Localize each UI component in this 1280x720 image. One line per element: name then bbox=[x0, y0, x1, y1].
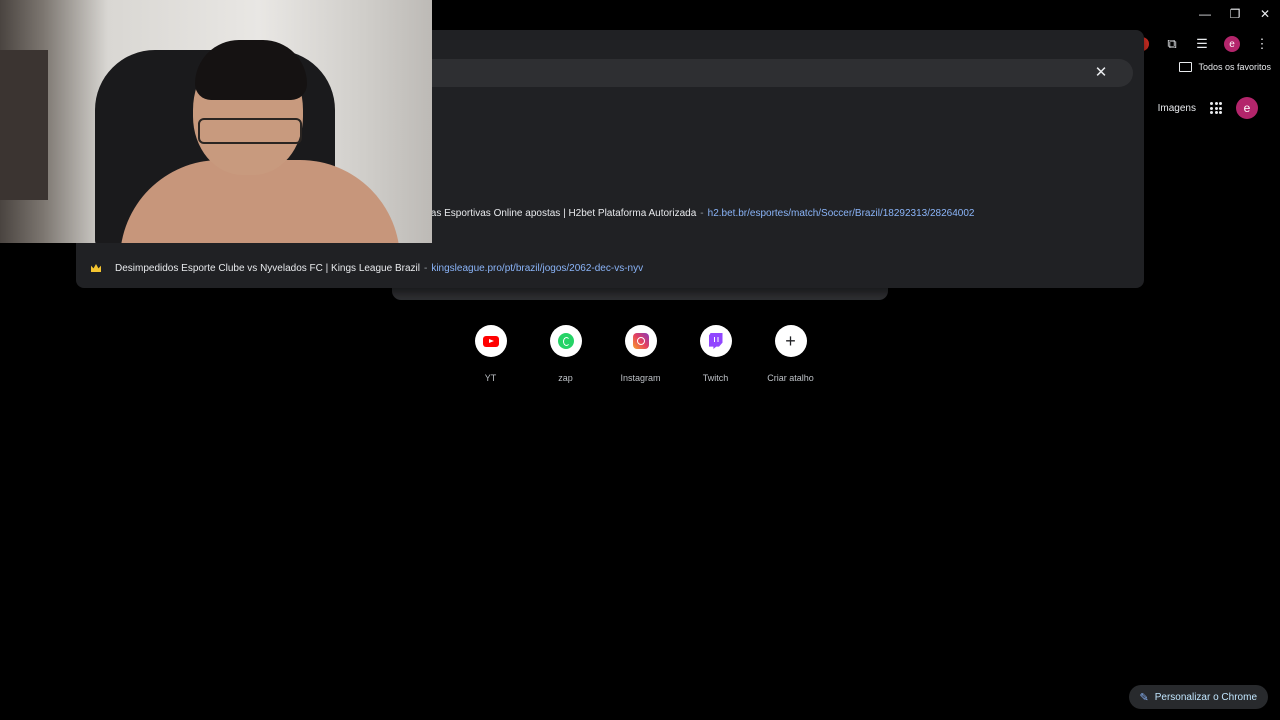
suggestion-url: kingsleague.pro/pt/brazil/jogos/2062-dec… bbox=[431, 262, 644, 274]
reading-list-icon[interactable]: ☰ bbox=[1192, 34, 1212, 54]
all-bookmarks-label: Todos os favoritos bbox=[1198, 62, 1271, 72]
shortcut-add[interactable]: + Criar atalho bbox=[753, 325, 828, 383]
customize-label: Personalizar o Chrome bbox=[1154, 691, 1257, 703]
webcam-person-hair bbox=[195, 40, 307, 100]
suggestion-separator: - bbox=[423, 262, 428, 274]
webcam-cabinet bbox=[0, 50, 48, 200]
suggestion-row[interactable]: tas Esportivas Online apostas | H2bet Pl… bbox=[428, 203, 974, 223]
shortcut-label: Criar atalho bbox=[767, 373, 814, 383]
shortcut-label: Instagram bbox=[620, 373, 661, 383]
shortcut-yt[interactable]: YT bbox=[453, 325, 528, 383]
plus-icon: + bbox=[785, 331, 796, 351]
youtube-icon bbox=[482, 335, 499, 347]
all-bookmarks[interactable]: Todos os favoritos bbox=[1179, 62, 1271, 72]
shortcut-instagram[interactable]: Instagram bbox=[603, 325, 678, 383]
toolbar-actions: ⧉ ☰ e ⋮ bbox=[1132, 34, 1272, 54]
omnibox-input[interactable]: ✕ bbox=[352, 59, 1133, 87]
whatsapp-icon bbox=[557, 333, 574, 349]
instagram-icon bbox=[632, 333, 649, 349]
ntp-header: mail Imagens e bbox=[1125, 97, 1258, 119]
webcam-person-glasses bbox=[198, 118, 302, 144]
suggestion-row[interactable]: Desimpedidos Esporte Clube vs Nyvelados … bbox=[91, 258, 643, 278]
extensions-icon[interactable]: ⧉ bbox=[1162, 34, 1182, 54]
pencil-icon: ✎ bbox=[1139, 691, 1149, 704]
shortcut-label: YT bbox=[484, 373, 497, 383]
shortcut-twitch[interactable]: Twitch bbox=[678, 325, 753, 383]
shortcuts-grid: YT zap Instagram Twitch + Criar atalho bbox=[453, 325, 828, 383]
suggestion-separator: - bbox=[700, 207, 704, 219]
shortcut-zap[interactable]: zap bbox=[528, 325, 603, 383]
profile-button[interactable]: e bbox=[1222, 34, 1242, 54]
close-window-button[interactable]: ✕ bbox=[1250, 0, 1280, 28]
suggestion-url: h2.bet.br/esportes/match/Soccer/Brazil/1… bbox=[707, 207, 975, 219]
minimize-button[interactable]: — bbox=[1190, 0, 1220, 28]
kings-league-icon bbox=[91, 264, 101, 272]
close-icon[interactable]: ✕ bbox=[1093, 65, 1109, 81]
suggestion-title: Desimpedidos Esporte Clube vs Nyvelados … bbox=[115, 262, 420, 274]
menu-icon[interactable]: ⋮ bbox=[1252, 34, 1272, 54]
window-controls: — ❐ ✕ bbox=[1190, 0, 1280, 28]
suggestion-title: tas Esportivas Online apostas | H2bet Pl… bbox=[428, 207, 697, 219]
shortcut-label: Twitch bbox=[702, 373, 729, 383]
folder-icon bbox=[1179, 62, 1193, 72]
shortcut-label: zap bbox=[558, 373, 573, 383]
restore-button[interactable]: ❐ bbox=[1220, 0, 1250, 28]
customize-chrome-button[interactable]: ✎ Personalizar o Chrome bbox=[1128, 685, 1268, 709]
google-apps-icon[interactable] bbox=[1210, 102, 1222, 114]
webcam-overlay bbox=[0, 0, 432, 243]
twitch-icon bbox=[708, 333, 723, 349]
images-link[interactable]: Imagens bbox=[1158, 103, 1196, 114]
account-avatar[interactable]: e bbox=[1236, 97, 1258, 119]
